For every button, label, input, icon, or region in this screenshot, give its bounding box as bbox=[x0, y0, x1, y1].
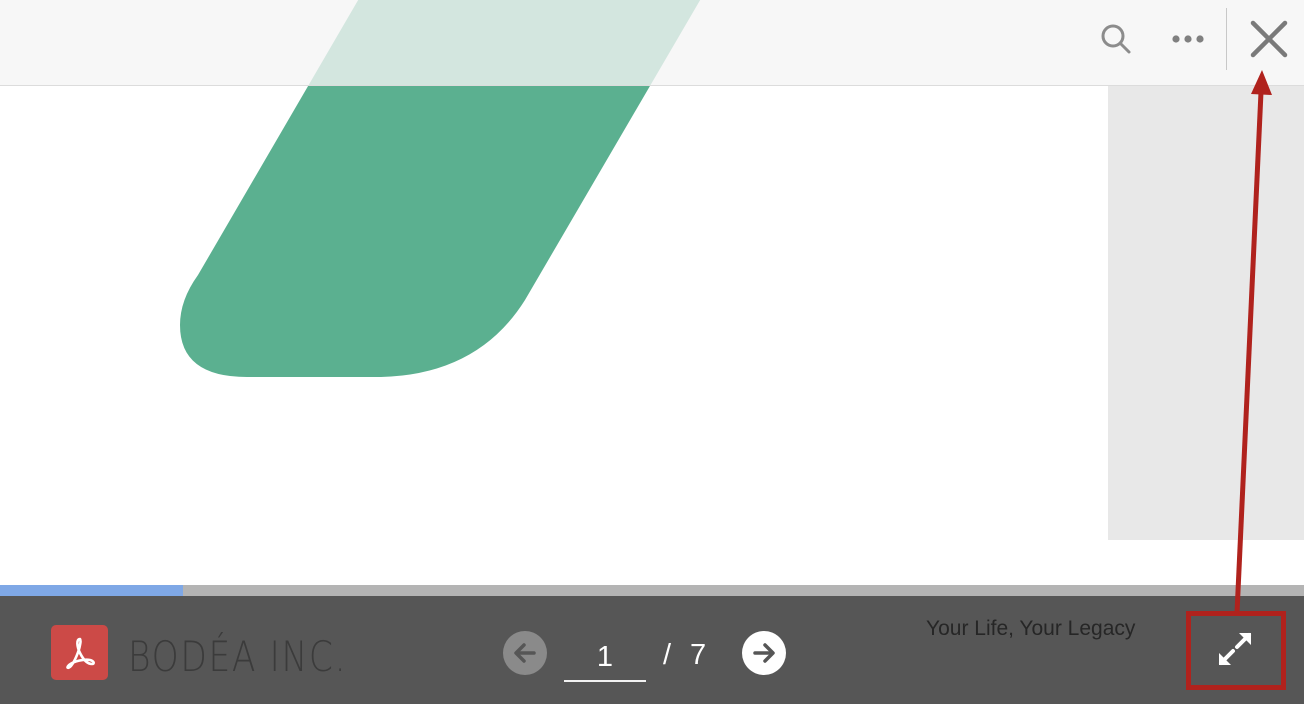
page-side-panel bbox=[1108, 86, 1304, 540]
search-icon bbox=[1101, 24, 1131, 54]
top-toolbar bbox=[0, 0, 1304, 86]
arrow-right-icon bbox=[753, 643, 775, 663]
page-separator: / bbox=[663, 639, 672, 671]
more-options-button[interactable] bbox=[1160, 14, 1216, 64]
more-options-icon bbox=[1172, 35, 1204, 43]
scroll-progress-fill bbox=[0, 585, 183, 596]
fullscreen-button[interactable] bbox=[1190, 613, 1280, 685]
previous-page-button[interactable] bbox=[503, 631, 547, 675]
tagline: Your Life, Your Legacy bbox=[926, 617, 1136, 640]
page-number-input[interactable] bbox=[564, 634, 646, 682]
next-page-button[interactable] bbox=[742, 631, 786, 675]
document-canvas bbox=[0, 0, 1304, 585]
toolbar-divider bbox=[1226, 8, 1227, 70]
search-button[interactable] bbox=[1088, 14, 1144, 64]
bottom-bar: BODÉA INC. / 7 Your Life, Your Legacy bbox=[0, 596, 1304, 704]
arrow-left-icon bbox=[514, 643, 536, 663]
close-icon bbox=[1250, 20, 1288, 58]
expand-icon bbox=[1219, 633, 1251, 665]
close-button[interactable] bbox=[1241, 12, 1297, 66]
brand-name: BODÉA INC. bbox=[128, 632, 348, 681]
scroll-progress-bar[interactable] bbox=[0, 585, 1304, 596]
acrobat-pdf-icon bbox=[51, 625, 108, 680]
total-pages: 7 bbox=[690, 639, 707, 671]
